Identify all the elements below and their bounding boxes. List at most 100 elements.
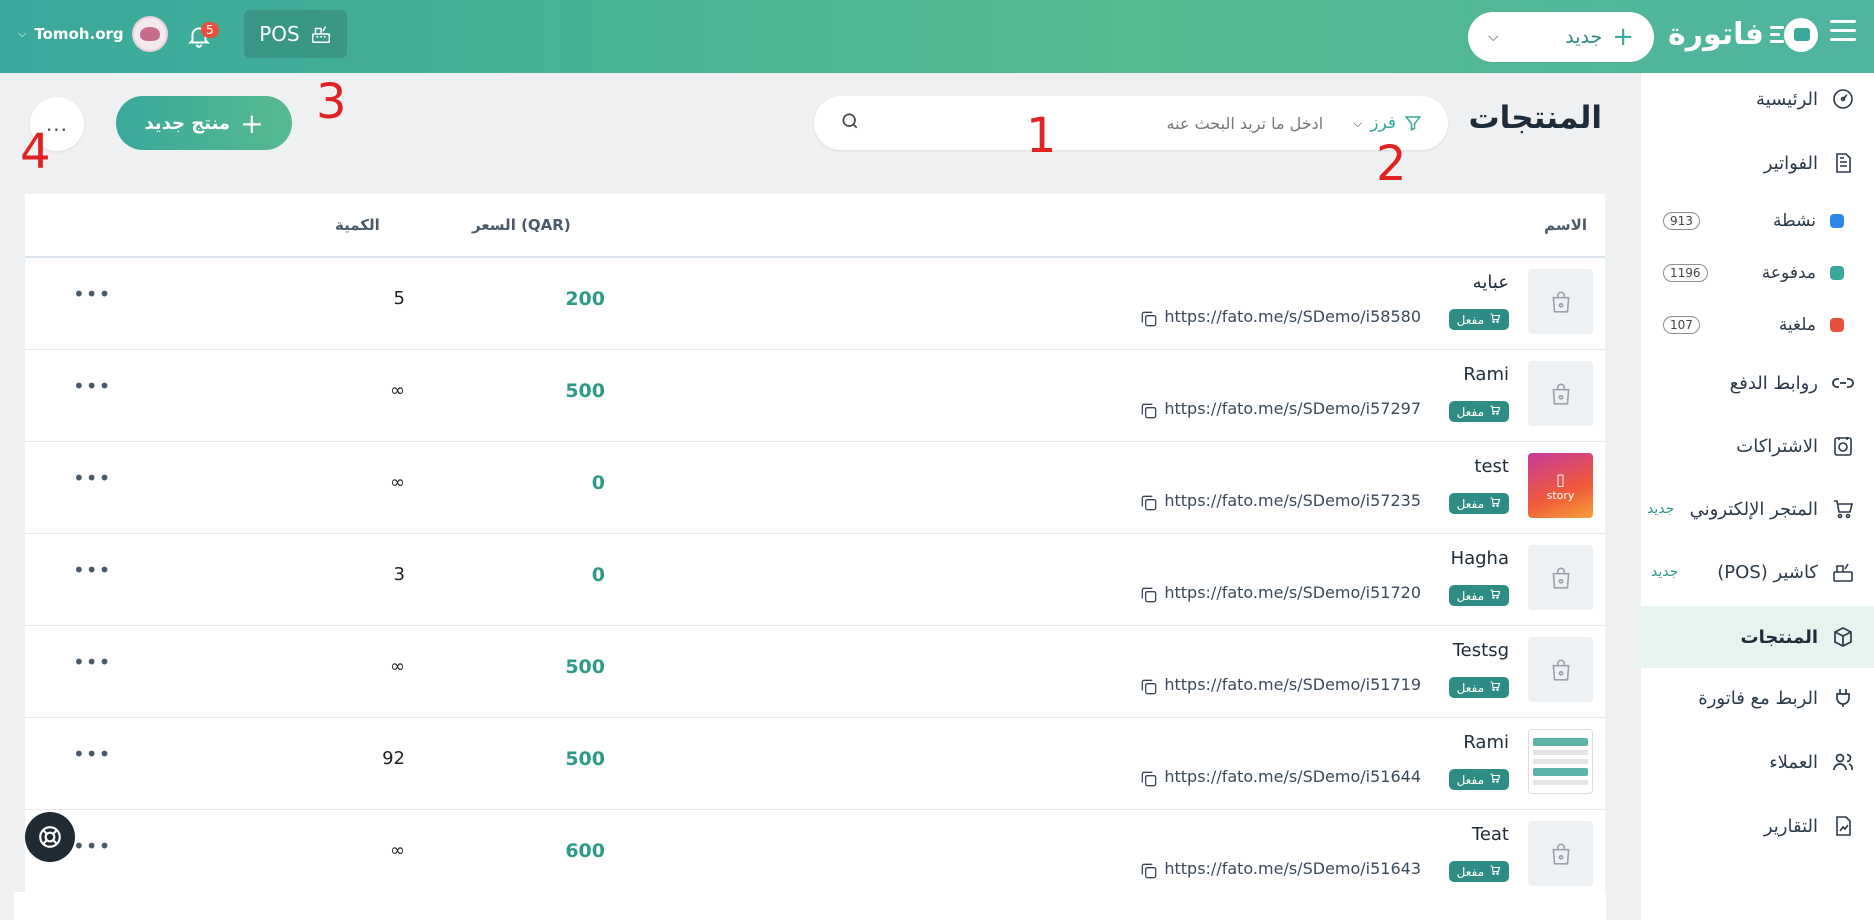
product-name[interactable]: Hagha	[1451, 548, 1509, 569]
sidebar-item-products[interactable]: المنتجات	[1641, 606, 1874, 668]
plug-icon	[1830, 685, 1856, 711]
sidebar-item-online-store[interactable]: المتجر الإلكتروني جديد	[1641, 483, 1874, 535]
cart-icon	[1489, 864, 1501, 879]
product-thumbnail[interactable]	[1528, 545, 1593, 610]
copy-icon[interactable]	[1139, 585, 1159, 609]
row-more-button[interactable]: •••	[73, 374, 111, 398]
product-thumbnail[interactable]	[1528, 637, 1593, 702]
copy-icon[interactable]	[1139, 861, 1159, 885]
sidebar-item-dashboard[interactable]: الرئيسية	[1641, 73, 1874, 125]
status-badge: مفعل	[1448, 861, 1509, 882]
menu-icon[interactable]	[1830, 20, 1856, 42]
table-row[interactable]: Rami مفعل https://fato.me/s/SDemo/i57297…	[25, 350, 1605, 442]
cart-icon	[1489, 404, 1501, 419]
product-name[interactable]: test	[1474, 456, 1509, 477]
sidebar-item-pos[interactable]: كاشير (POS) جديد	[1641, 546, 1874, 598]
table-row[interactable]: ▯ story test مفعل https://fato.me/s/SDemo…	[25, 442, 1605, 534]
product-price: 0	[591, 564, 605, 586]
product-link[interactable]: https://fato.me/s/SDemo/i57235	[1164, 491, 1421, 510]
product-name[interactable]: Teat	[1472, 824, 1509, 845]
table-row[interactable]: Rami مفعل https://fato.me/s/SDemo/i51644…	[25, 718, 1605, 810]
sidebar-subitem-paid[interactable]: مدفوعة 1196	[1641, 253, 1874, 293]
copy-icon[interactable]	[1139, 401, 1159, 425]
sort-label: فرز	[1370, 113, 1396, 133]
sort-dropdown[interactable]: فرز ⌵	[1353, 113, 1422, 133]
count-badge: 913	[1663, 212, 1700, 230]
copy-icon[interactable]	[1139, 493, 1159, 517]
count-badge: 107	[1663, 316, 1700, 334]
new-button-label: جديد	[1565, 26, 1603, 48]
row-more-button[interactable]: •••	[73, 650, 111, 674]
table-row[interactable]: Testsg مفعل https://fato.me/s/SDemo/i517…	[25, 626, 1605, 718]
logo-text: فاتورة	[1668, 16, 1764, 52]
product-quantity: ∞	[390, 472, 405, 493]
annotation-marker-1: 1	[1026, 108, 1057, 164]
pos-label: POS	[259, 22, 300, 46]
sidebar-subitem-cancelled[interactable]: ملغية 107	[1641, 305, 1874, 345]
status-badge: مفعل	[1448, 769, 1509, 790]
row-more-button[interactable]: •••	[73, 282, 111, 306]
product-link[interactable]: https://fato.me/s/SDemo/i57297	[1164, 399, 1421, 418]
product-thumbnail[interactable]: ▯ story	[1528, 453, 1593, 518]
annotation-marker-2: 2	[1376, 136, 1407, 192]
link-icon	[1830, 370, 1856, 396]
product-link[interactable]: https://fato.me/s/SDemo/i51643	[1164, 859, 1421, 878]
sidebar-item-integration[interactable]: الربط مع فاتورة	[1641, 672, 1874, 724]
sidebar-item-label: روابط الدفع	[1729, 372, 1818, 394]
sidebar-item-label: كاشير (POS)	[1717, 561, 1818, 583]
logo[interactable]: فاتورة	[1668, 14, 1818, 54]
sidebar-item-invoices[interactable]: الفواتير	[1641, 137, 1874, 189]
table-row[interactable]: Hagha مفعل https://fato.me/s/SDemo/i5172…	[25, 534, 1605, 626]
copy-icon[interactable]	[1139, 309, 1159, 333]
row-more-button[interactable]: •••	[73, 834, 111, 858]
account-menu[interactable]: ⌵ Tomoh.org	[18, 16, 168, 52]
sidebar-item-payment-links[interactable]: روابط الدفع	[1641, 357, 1874, 409]
search-icon[interactable]	[840, 111, 860, 135]
table-row[interactable]: عبايه مفعل https://fato.me/s/SDemo/i5858…	[25, 258, 1605, 350]
column-header-name[interactable]: الاسم	[1544, 216, 1587, 234]
column-header-qty[interactable]: الكمية	[335, 216, 380, 234]
product-name[interactable]: عبايه	[1473, 272, 1509, 293]
copy-icon[interactable]	[1139, 677, 1159, 701]
product-name[interactable]: Rami	[1463, 364, 1509, 385]
product-name[interactable]: Testsg	[1453, 640, 1509, 661]
add-product-button[interactable]: + منتج جديد	[116, 96, 292, 150]
product-thumbnail[interactable]	[1528, 361, 1593, 426]
report-icon	[1830, 813, 1856, 839]
sidebar-subitem-label: نشطة	[1773, 211, 1816, 231]
status-badge: مفعل	[1448, 493, 1509, 514]
copy-icon[interactable]	[1139, 769, 1159, 793]
row-more-button[interactable]: •••	[73, 742, 111, 766]
product-price: 500	[565, 656, 605, 678]
product-thumbnail[interactable]	[1528, 729, 1593, 794]
sidebar: الرئيسية الفواتير نشطة 913 مدفوعة 1196 م…	[1641, 73, 1874, 920]
row-more-button[interactable]: •••	[73, 466, 111, 490]
sidebar-subitem-active[interactable]: نشطة 913	[1641, 201, 1874, 241]
column-header-price[interactable]: السعر (QAR)	[472, 216, 571, 234]
product-link[interactable]: https://fato.me/s/SDemo/i51720	[1164, 583, 1421, 602]
product-quantity: ∞	[390, 656, 405, 677]
chevron-down-icon: ⌵	[1353, 115, 1363, 130]
pos-button[interactable]: POS	[244, 10, 347, 58]
status-label: مفعل	[1456, 312, 1484, 327]
sidebar-item-subscriptions[interactable]: الاشتراكات	[1641, 420, 1874, 472]
product-price: 0	[591, 472, 605, 494]
product-thumbnail[interactable]	[1528, 821, 1593, 886]
notifications-button[interactable]: 5	[186, 20, 226, 52]
top-bar: فاتورة + جديد ⌵ POS 5 ⌵ Tomoh.org	[0, 0, 1874, 73]
product-link[interactable]: https://fato.me/s/SDemo/i58580	[1164, 307, 1421, 326]
help-button[interactable]	[25, 812, 75, 862]
new-dropdown-button[interactable]: + جديد ⌵	[1468, 12, 1654, 62]
product-link[interactable]: https://fato.me/s/SDemo/i51644	[1164, 767, 1421, 786]
product-link[interactable]: https://fato.me/s/SDemo/i51719	[1164, 675, 1421, 694]
product-thumbnail[interactable]	[1528, 269, 1593, 334]
table-row[interactable]: Teat مفعل https://fato.me/s/SDemo/i51643…	[25, 810, 1605, 894]
sidebar-item-label: العملاء	[1769, 751, 1818, 773]
search-input[interactable]	[903, 113, 1324, 133]
row-more-button[interactable]: •••	[73, 558, 111, 582]
sidebar-item-customers[interactable]: العملاء	[1641, 736, 1874, 788]
product-quantity: ∞	[390, 840, 405, 861]
sidebar-item-reports[interactable]: التقارير	[1641, 800, 1874, 852]
product-name[interactable]: Rami	[1463, 732, 1509, 753]
users-icon	[1830, 749, 1856, 775]
